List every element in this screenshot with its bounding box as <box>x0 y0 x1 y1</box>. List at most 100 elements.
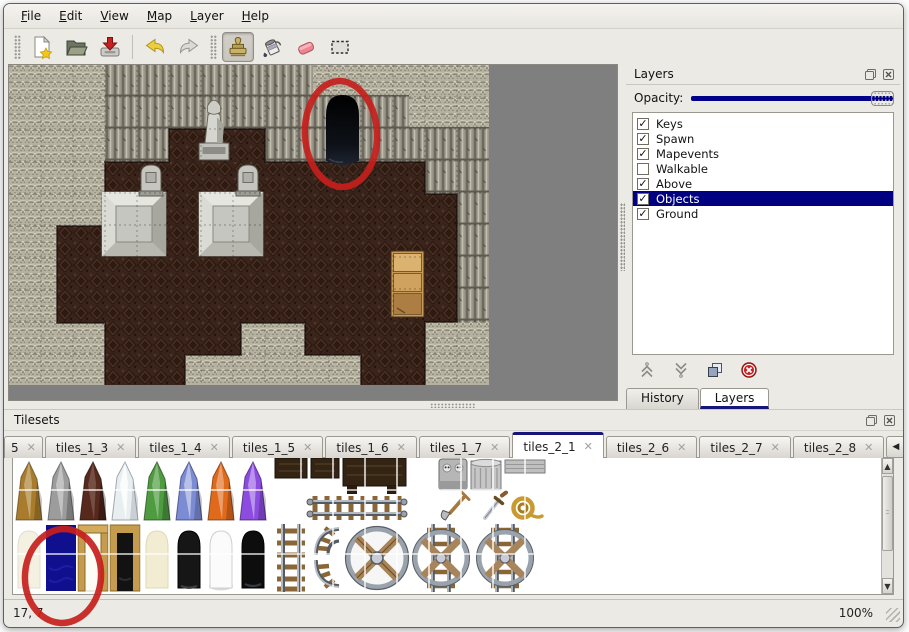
tab-close-icon[interactable]: ✕ <box>303 441 312 454</box>
tab-history[interactable]: History <box>626 388 699 409</box>
layer-row-walkable[interactable]: Walkable <box>633 161 893 176</box>
tile-rail-corner[interactable] <box>315 528 339 587</box>
tile-arch-cream[interactable] <box>146 531 168 588</box>
window-resize-grip[interactable] <box>886 608 900 622</box>
fill-tool-button[interactable] <box>256 32 288 62</box>
tab-close-icon[interactable]: ✕ <box>210 441 219 454</box>
layer-row-objects[interactable]: ✓ Objects <box>633 191 893 206</box>
tile-crystal-purple[interactable] <box>240 462 266 520</box>
tile-sword[interactable] <box>485 493 506 519</box>
menu-layer[interactable]: Layer <box>181 6 232 26</box>
toolbar-drag-handle-2[interactable] <box>210 35 217 59</box>
stamp-tool-button[interactable] <box>222 32 254 62</box>
tile-arch-black-2[interactable] <box>242 531 264 588</box>
layer-checkbox[interactable] <box>637 163 649 175</box>
tileset-tab[interactable]: tiles_1_5 ✕ <box>232 436 324 458</box>
layer-row-spawn[interactable]: ✓ Spawn <box>633 131 893 146</box>
tab-close-icon[interactable]: ✕ <box>677 441 686 454</box>
tileset-scrollbar[interactable]: ▲ ▼ <box>881 458 893 594</box>
open-button[interactable] <box>60 32 92 62</box>
tile-crystal-darkbrown[interactable] <box>80 462 106 520</box>
menu-map[interactable]: Map <box>138 6 181 26</box>
tileset-tab-selected[interactable]: tiles_2_1 ✕ <box>512 432 604 458</box>
tile-rail-turntable[interactable] <box>346 527 409 590</box>
save-button[interactable] <box>94 32 126 62</box>
tile-crystal-gold[interactable] <box>16 462 42 520</box>
tileset-tab[interactable]: tiles_1_7 ✕ <box>419 436 511 458</box>
close-panel-button[interactable] <box>882 413 897 427</box>
tileset-tiles[interactable] <box>13 458 881 592</box>
tile-doorframe-dark[interactable] <box>110 525 140 591</box>
tileset-tab[interactable]: tiles_1_3 ✕ <box>45 436 137 458</box>
tab-close-icon[interactable]: ✕ <box>584 440 593 453</box>
tab-close-icon[interactable]: ✕ <box>27 441 36 454</box>
layer-checkbox[interactable]: ✓ <box>637 118 649 130</box>
opacity-slider[interactable] <box>691 90 894 106</box>
tileset-canvas[interactable] <box>13 458 881 594</box>
tileset-tab[interactable]: tiles_2_8 ✕ <box>793 436 885 458</box>
toolbar-drag-handle[interactable] <box>14 35 21 59</box>
lower-layer-button[interactable] <box>670 360 692 380</box>
layer-row-mapevents[interactable]: ✓ Mapevents <box>633 146 893 161</box>
rect-select-tool-button[interactable] <box>324 32 356 62</box>
tab-scroll-left-button[interactable]: ◀ <box>886 436 904 458</box>
tile-arch-black-1[interactable] <box>178 531 200 588</box>
tab-close-icon[interactable]: ✕ <box>490 441 499 454</box>
tileset-tab[interactable]: 5 ✕ <box>4 436 43 458</box>
tile-wood-platforms[interactable] <box>275 458 406 494</box>
tile-crystal-orange[interactable] <box>208 462 234 520</box>
map-canvas[interactable] <box>9 65 489 385</box>
scrollbar-thumb[interactable] <box>882 476 893 551</box>
layer-checkbox[interactable]: ✓ <box>637 208 649 220</box>
tileset-tab[interactable]: tiles_1_4 ✕ <box>138 436 230 458</box>
tile-crystal-blue[interactable] <box>176 462 202 520</box>
new-file-button[interactable] <box>26 32 58 62</box>
eraser-tool-button[interactable] <box>290 32 322 62</box>
tile-crystal-silver[interactable] <box>48 462 74 520</box>
tile-doorframe-light[interactable] <box>78 525 108 591</box>
layer-checkbox[interactable]: ✓ <box>637 193 649 205</box>
close-panel-button[interactable] <box>881 67 896 81</box>
layer-row-keys[interactable]: ✓ Keys <box>633 116 893 131</box>
vertical-splitter[interactable] <box>618 64 626 409</box>
tile-rail-horizontal[interactable] <box>307 496 407 520</box>
raise-layer-button[interactable] <box>636 360 658 380</box>
tile-rope-coil[interactable] <box>514 499 543 518</box>
scrollbar-track[interactable] <box>882 474 893 578</box>
scroll-down-button[interactable]: ▼ <box>882 578 893 594</box>
tileset-tab[interactable]: tiles_1_6 ✕ <box>325 436 417 458</box>
scroll-up-button[interactable]: ▲ <box>882 458 893 474</box>
float-panel-button[interactable] <box>863 67 878 81</box>
layer-checkbox[interactable]: ✓ <box>637 178 649 190</box>
tab-close-icon[interactable]: ✕ <box>397 441 406 454</box>
layer-row-ground[interactable]: ✓ Ground <box>633 206 893 221</box>
tileset-tab[interactable]: tiles_2_7 ✕ <box>699 436 791 458</box>
menu-file[interactable]: File <box>12 6 50 26</box>
opacity-slider-handle[interactable] <box>871 91 894 106</box>
layer-checkbox[interactable]: ✓ <box>637 148 649 160</box>
tab-layers[interactable]: Layers <box>700 388 770 409</box>
horizontal-splitter[interactable] <box>8 401 618 409</box>
undo-button[interactable] <box>139 32 171 62</box>
tile-arch-faint[interactable] <box>18 531 40 588</box>
map-view[interactable] <box>8 64 618 401</box>
tile-arch-white[interactable] <box>209 531 233 591</box>
tile-shovel[interactable] <box>441 493 469 521</box>
layer-checkbox[interactable]: ✓ <box>637 133 649 145</box>
menu-view[interactable]: View <box>91 6 137 26</box>
tileset-tab[interactable]: tiles_2_6 ✕ <box>606 436 698 458</box>
layer-row-above[interactable]: ✓ Above <box>633 176 893 191</box>
duplicate-layer-button[interactable] <box>704 360 726 380</box>
menu-help[interactable]: Help <box>233 6 278 26</box>
menu-edit[interactable]: Edit <box>50 6 91 26</box>
tab-close-icon[interactable]: ✕ <box>771 441 780 454</box>
tile-crystal-green[interactable] <box>144 462 170 520</box>
tile-selected-blue[interactable] <box>46 525 76 591</box>
tab-close-icon[interactable]: ✕ <box>116 441 125 454</box>
delete-layer-button[interactable] <box>738 360 760 380</box>
tile-skull-pillar[interactable] <box>439 459 467 490</box>
tab-close-icon[interactable]: ✕ <box>864 441 873 454</box>
tile-crystal-ice[interactable] <box>112 462 138 520</box>
redo-button[interactable] <box>173 32 205 62</box>
tile-stone-column[interactable] <box>471 459 501 490</box>
